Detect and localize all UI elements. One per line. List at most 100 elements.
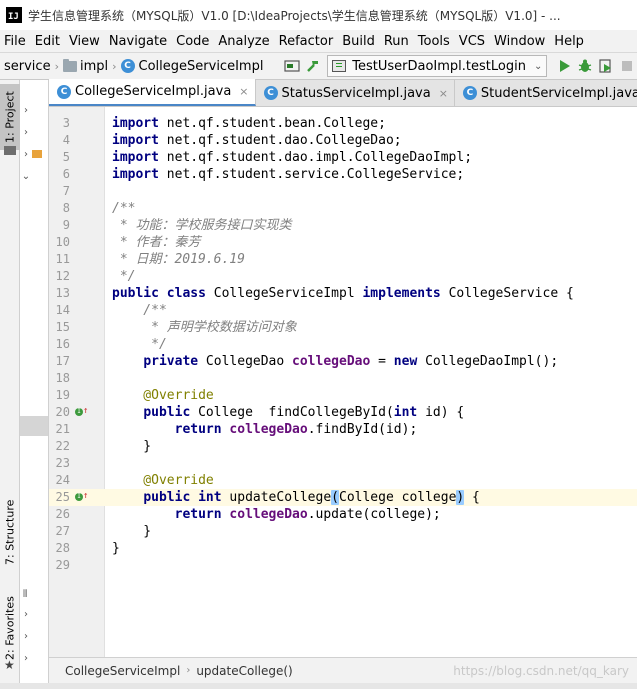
code-line[interactable]: 16 */ [49, 336, 637, 353]
code-line[interactable]: 24 @Override [49, 472, 637, 489]
code-line[interactable]: 17 private CollegeDao collegeDao = new C… [49, 353, 637, 370]
tree-row[interactable]: › [20, 122, 48, 142]
code-text: * 功能：学校服务接口实现类 [112, 218, 292, 233]
code-line[interactable]: 22 } [49, 438, 637, 455]
tab-student-service-impl[interactable]: C StudentServiceImpl.java × [454, 80, 637, 106]
menu-run[interactable]: Run [380, 34, 414, 49]
menu-window[interactable]: Window [490, 34, 550, 49]
run-configuration-select[interactable]: TestUserDaoImpl.testLogin ⌄ [327, 55, 548, 77]
code-line[interactable]: 18 [49, 370, 637, 387]
menu-analyze[interactable]: Analyze [214, 34, 274, 49]
menu-help[interactable]: Help [550, 34, 589, 49]
code-line[interactable]: 27 } [49, 523, 637, 540]
menu-file[interactable]: File [0, 34, 31, 49]
tree-row[interactable]: › [20, 626, 48, 646]
menu-bar: File Edit View Navigate Code Analyze Ref… [0, 30, 637, 52]
code-line[interactable]: 26 return collegeDao.update(college); [49, 506, 637, 523]
code-text: * 声明学校数据访问对象 [112, 320, 297, 335]
tree-row[interactable]: › [20, 144, 48, 164]
menu-navigate[interactable]: Navigate [105, 34, 172, 49]
chevron-right-icon: › [24, 148, 28, 160]
line-number: 23 [55, 456, 70, 470]
code-line[interactable]: 14 /** [49, 302, 637, 319]
implements-method-icon[interactable]: I ↑ [75, 491, 88, 503]
tree-row[interactable]: › [20, 604, 48, 624]
code-line[interactable]: 11 * 日期：2019.6.19 [49, 251, 637, 268]
tab-label: StatusServiceImpl.java [281, 85, 431, 101]
breadcrumb-method[interactable]: updateCollege() [196, 664, 292, 678]
code-line[interactable]: 29 [49, 557, 637, 574]
run-button[interactable] [553, 55, 574, 77]
tree-row-selected[interactable] [20, 416, 48, 436]
code-line[interactable]: 13 public class CollegeServiceImpl implem… [49, 285, 637, 302]
tab-label: StudentServiceImpl.java [480, 85, 637, 101]
back-button[interactable] [281, 55, 302, 77]
chevron-right-icon: › [24, 630, 28, 642]
code-text: import net.qf.student.service.CollegeSer… [112, 167, 465, 182]
code-line[interactable]: 25 I ↑ public int updateCollege(College co… [49, 489, 637, 506]
debug-button[interactable] [574, 55, 595, 77]
implements-method-icon[interactable]: I ↑ [75, 406, 88, 418]
tab-college-service-impl[interactable]: C CollegeServiceImpl.java × [49, 79, 256, 106]
breadcrumb-service[interactable]: service [4, 59, 51, 74]
code-line[interactable]: 12 */ [49, 268, 637, 285]
menu-code[interactable]: Code [172, 34, 214, 49]
breadcrumb: service › impl › C CollegeServiceImpl [4, 58, 264, 74]
chevron-right-icon: › [54, 59, 59, 73]
tool-tab-project[interactable]: 1: Project [0, 84, 20, 150]
code-line[interactable]: 8 /** [49, 200, 637, 217]
line-number: 18 [55, 371, 70, 385]
code-text: /** [112, 201, 136, 216]
tool-tab-favorites-label: 2: Favorites [3, 596, 17, 660]
code-text: /** [112, 303, 167, 318]
chevron-right-icon: › [24, 126, 28, 138]
breadcrumb-class[interactable]: CollegeServiceImpl [139, 59, 264, 74]
chevron-down-icon: ⌄ [533, 60, 543, 72]
code-text: import net.qf.student.dao.CollegeDao; [112, 133, 402, 148]
code-line[interactable]: 3 import net.qf.student.bean.College; [49, 115, 637, 132]
tree-row[interactable]: ⫴ [20, 584, 48, 604]
tool-tab-structure[interactable]: 7: Structure [0, 490, 20, 574]
menu-refactor[interactable]: Refactor [275, 34, 339, 49]
code-line[interactable]: 4 import net.qf.student.dao.CollegeDao; [49, 132, 637, 149]
menu-tools[interactable]: Tools [414, 34, 455, 49]
code-text: } [112, 439, 152, 454]
chevron-right-icon: › [24, 652, 28, 664]
code-line[interactable]: 23 [49, 455, 637, 472]
close-icon[interactable]: × [439, 87, 448, 100]
stop-button[interactable] [616, 55, 637, 77]
code-line[interactable]: 6 import net.qf.student.service.CollegeSe… [49, 166, 637, 183]
menu-vcs[interactable]: VCS [455, 34, 490, 49]
code-line[interactable]: 10 * 作者：秦芳 [49, 234, 637, 251]
run-configuration-label: TestUserDaoImpl.testLogin [352, 58, 526, 74]
line-number: 25 [55, 490, 70, 504]
close-icon[interactable]: × [239, 85, 248, 98]
menu-edit[interactable]: Edit [31, 34, 65, 49]
build-button[interactable] [302, 55, 323, 77]
menu-build[interactable]: Build [338, 34, 380, 49]
code-line[interactable]: 20 I ↑ public College findCollegeById(int … [49, 404, 637, 421]
code-editor[interactable]: 3 import net.qf.student.bean.College; 4 imp… [49, 107, 637, 657]
tab-status-service-impl[interactable]: C StatusServiceImpl.java × [255, 80, 455, 106]
folder-icon [32, 150, 42, 158]
code-line[interactable]: 21 return collegeDao.findById(id); [49, 421, 637, 438]
code-line[interactable]: 7 [49, 183, 637, 200]
tool-tab-favorites[interactable]: 2: Favorites [0, 588, 20, 668]
menu-view[interactable]: View [65, 34, 105, 49]
breadcrumb-impl[interactable]: impl [80, 59, 108, 74]
breadcrumb-class[interactable]: CollegeServiceImpl [65, 664, 180, 678]
code-text: @Override [112, 473, 214, 488]
line-number: 11 [55, 252, 70, 266]
coverage-button[interactable] [595, 55, 616, 77]
chevron-right-icon: › [24, 104, 28, 116]
coverage-icon [599, 59, 611, 73]
line-number: 24 [55, 473, 70, 487]
code-line[interactable]: 19 @Override [49, 387, 637, 404]
tree-row[interactable]: › [20, 100, 48, 120]
code-line[interactable]: 15 * 声明学校数据访问对象 [49, 319, 637, 336]
tree-row[interactable]: ⌄ [20, 166, 48, 186]
code-line[interactable]: 5 import net.qf.student.dao.impl.CollegeD… [49, 149, 637, 166]
code-line[interactable]: 28} [49, 540, 637, 557]
code-line[interactable]: 9 * 功能：学校服务接口实现类 [49, 217, 637, 234]
tree-row[interactable]: › [20, 648, 48, 668]
